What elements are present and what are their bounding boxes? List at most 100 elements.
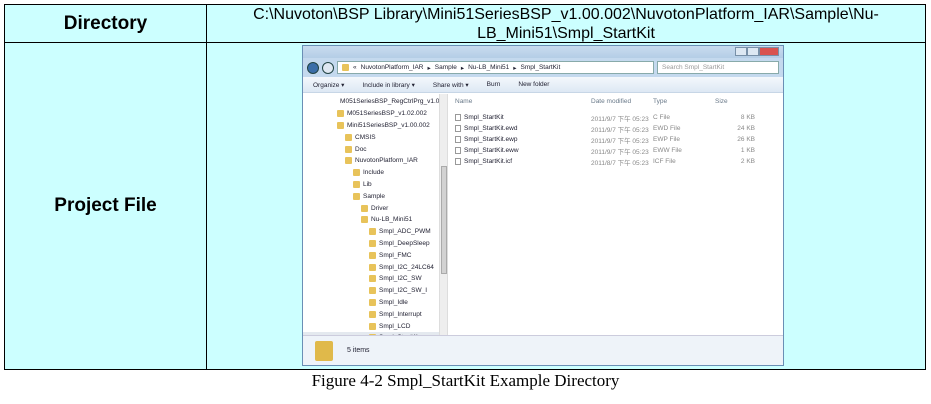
folder-icon <box>369 275 376 283</box>
file-name: Smpl_StartKit <box>464 114 504 121</box>
tree-item-label: Doc <box>355 145 367 153</box>
file-date: 2011/9/7 下午 05:23 <box>591 137 649 145</box>
breadcrumb-item[interactable]: Sample <box>435 64 457 71</box>
scrollbar-thumb[interactable] <box>441 166 447 274</box>
tree-item-label: Include <box>363 169 384 177</box>
tree-item-label: NuvotonPlatform_IAR <box>355 157 418 165</box>
breadcrumb-item[interactable]: NuvotonPlatform_IAR <box>361 64 424 71</box>
tree-item-label: CMSIS <box>355 133 376 141</box>
folder-icon <box>369 263 376 271</box>
burn-button[interactable]: Burn <box>487 81 501 88</box>
file-row[interactable]: Smpl_StartKit 2011/9/7 下午 05:23 C File 8 KB <box>455 112 783 123</box>
share-with-button[interactable]: Share with ▾ <box>433 81 469 89</box>
tree-item[interactable]: Smpl_ADC_PWM <box>303 226 447 238</box>
folder-icon <box>369 298 376 306</box>
file-name: Smpl_StartKit.ewd <box>464 125 518 132</box>
maximize-button[interactable] <box>747 47 759 56</box>
folder-icon <box>361 204 368 212</box>
tree-item-label: Smpl_ADC_PWM <box>379 228 431 236</box>
close-button[interactable] <box>759 47 779 56</box>
title-bar <box>303 46 783 58</box>
breadcrumb-item[interactable]: Smpl_StartKit <box>521 64 561 71</box>
organize-button[interactable]: Organize ▾ <box>313 81 344 89</box>
minimize-button[interactable] <box>735 47 747 56</box>
include-in-library-button[interactable]: Include in library ▾ <box>362 81 414 89</box>
tree-item[interactable]: M051SeriesBSP_v1.02.002 <box>303 108 447 120</box>
figure-caption: Figure 4-2 Smpl_StartKit Example Directo… <box>311 371 620 390</box>
file-icon <box>455 114 461 121</box>
file-row[interactable]: Smpl_StartKit.ewd 2011/9/7 下午 05:23 EWD Fi… <box>455 123 783 134</box>
folder-icon <box>369 228 376 236</box>
file-type: EWW File <box>653 147 682 154</box>
column-date[interactable]: Date modified <box>591 98 653 105</box>
tree-item[interactable]: Smpl_DeepSleep <box>303 238 447 250</box>
tree-item[interactable]: M051SeriesBSP_RegCtrlPrg_v1.00.( <box>303 96 447 108</box>
file-size: 2 KB <box>740 158 755 165</box>
tree-item[interactable]: Smpl_Idle <box>303 297 447 309</box>
tree-item-label: Smpl_I2C_SW_I <box>379 287 428 295</box>
file-row[interactable]: Smpl_StartKit.eww 2011/9/7 下午 05:23 EWW Fi… <box>455 145 783 156</box>
file-name: Smpl_StartKit.eww <box>464 147 519 154</box>
tree-item[interactable]: Smpl_LCD <box>303 320 447 332</box>
back-button[interactable] <box>307 61 319 74</box>
tree-item-label: Lib <box>363 180 372 188</box>
tree-item[interactable]: Include <box>303 167 447 179</box>
folder-icon <box>345 145 352 153</box>
toolbar: Organize ▾ Include in library ▾ Share wi… <box>303 77 783 93</box>
tree-item[interactable]: NuvotonPlatform_IAR <box>303 155 447 167</box>
breadcrumb[interactable]: « NuvotonPlatform_IAR ▸ Sample ▸ Nu-LB_Min… <box>337 61 654 74</box>
tree-item[interactable]: Lib <box>303 179 447 191</box>
file-date: 2011/9/7 下午 05:23 <box>591 148 649 156</box>
tree-item-label: Smpl_I2C_24LC64 <box>379 263 434 271</box>
search-input[interactable]: Search Smpl_StartKit <box>657 61 779 74</box>
tree-item[interactable]: Smpl_I2C_SW_I <box>303 285 447 297</box>
new-folder-button[interactable]: New folder <box>518 81 549 88</box>
folder-icon <box>345 133 352 141</box>
folder-icon <box>342 64 349 71</box>
tree-item-label: Nu-LB_Mini51 <box>371 216 413 224</box>
tree-item-label: M051SeriesBSP_RegCtrlPrg_v1.00.( <box>340 98 447 106</box>
file-size: 26 KB <box>737 136 755 143</box>
folder-icon <box>369 239 376 247</box>
navigation-pane: M051SeriesBSP_RegCtrlPrg_v1.00.( M051Seri… <box>303 94 448 354</box>
file-row[interactable]: Smpl_StartKit.ewp 2011/9/7 下午 05:23 EWP Fi… <box>455 134 783 145</box>
status-bar: 5 items <box>303 335 783 365</box>
file-size: 24 KB <box>737 125 755 132</box>
file-size: 1 KB <box>740 147 755 154</box>
file-date: 2011/9/7 下午 05:23 <box>591 126 649 134</box>
folder-icon <box>353 192 360 200</box>
tree-item[interactable]: Smpl_I2C_24LC64 <box>303 261 447 273</box>
file-type: C File <box>653 114 670 121</box>
forward-button[interactable] <box>322 61 334 74</box>
tree-item[interactable]: Driver <box>303 202 447 214</box>
file-type: EWP File <box>653 136 680 143</box>
tree-item[interactable]: Smpl_FMC <box>303 249 447 261</box>
folder-icon <box>315 340 333 361</box>
scrollbar[interactable] <box>439 94 447 337</box>
column-name[interactable]: Name <box>455 98 591 105</box>
breadcrumb-item[interactable]: Nu-LB_Mini51 <box>468 64 509 71</box>
tree-item-label: Driver <box>371 204 389 212</box>
explorer-window: « NuvotonPlatform_IAR ▸ Sample ▸ Nu-LB_Min… <box>302 45 784 366</box>
tree-item-label: Sample <box>363 192 386 200</box>
tree-item[interactable]: Mini51SeriesBSP_v1.00.002 <box>303 120 447 132</box>
file-icon <box>455 158 461 165</box>
tree-item[interactable]: Doc <box>303 143 447 155</box>
column-size[interactable]: Size <box>715 98 755 105</box>
tree-item-label: Smpl_Interrupt <box>379 310 422 318</box>
tree-item[interactable]: Smpl_Interrupt <box>303 308 447 320</box>
tree-item-label: Mini51SeriesBSP_v1.00.002 <box>347 121 430 129</box>
file-row[interactable]: Smpl_StartKit.icf 2011/8/7 下午 05:23 ICF Fi… <box>455 156 783 167</box>
file-date: 2011/9/7 下午 05:23 <box>591 115 649 123</box>
file-icon <box>455 136 461 143</box>
tree-item[interactable]: Smpl_I2C_SW <box>303 273 447 285</box>
folder-icon <box>369 251 376 259</box>
tree-item[interactable]: Sample <box>303 190 447 202</box>
column-type[interactable]: Type <box>653 98 715 105</box>
tree-item[interactable]: CMSIS <box>303 131 447 143</box>
folder-icon <box>353 169 360 177</box>
folder-icon <box>361 216 368 224</box>
file-list: Name Date modified Type Size Smpl_StartK… <box>455 94 783 167</box>
tree-item[interactable]: Nu-LB_Mini51 <box>303 214 447 226</box>
file-icon <box>455 147 461 154</box>
